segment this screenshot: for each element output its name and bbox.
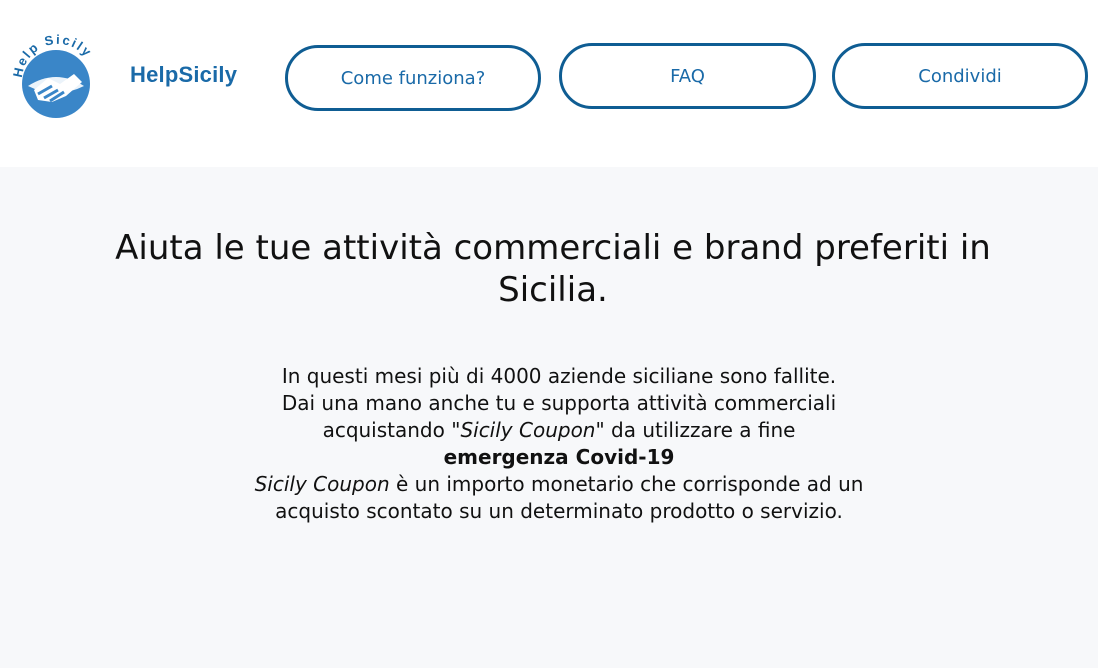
hero-line-1: In questi mesi più di 4000 aziende sicil… — [281, 364, 837, 388]
faq-button[interactable]: FAQ — [559, 43, 816, 109]
handshake-logo-icon: Help Sicily — [10, 32, 96, 120]
help-sicily-logo[interactable]: Help Sicily — [8, 28, 104, 124]
share-button[interactable]: Condividi — [832, 43, 1088, 109]
hero-line-2-end: " da utilizzare a fine — [595, 418, 796, 442]
hero-title: Aiuta le tue attività commerciali e bran… — [115, 228, 991, 310]
how-it-works-button[interactable]: Come funziona? — [285, 45, 541, 111]
hero-section: Aiuta le tue attività commerciali e bran… — [0, 167, 1098, 668]
site-header: Help Sicily HelpSicily Come funziona? FA… — [0, 0, 1098, 167]
coupon-name-2: Sicily Coupon — [254, 472, 390, 496]
emergency-label: emergenza Covid-19 — [443, 445, 675, 469]
coupon-name: Sicily Coupon — [460, 418, 596, 442]
brand-name[interactable]: HelpSicily — [130, 62, 237, 88]
hero-description: In questi mesi più di 4000 aziende sicil… — [250, 363, 868, 525]
